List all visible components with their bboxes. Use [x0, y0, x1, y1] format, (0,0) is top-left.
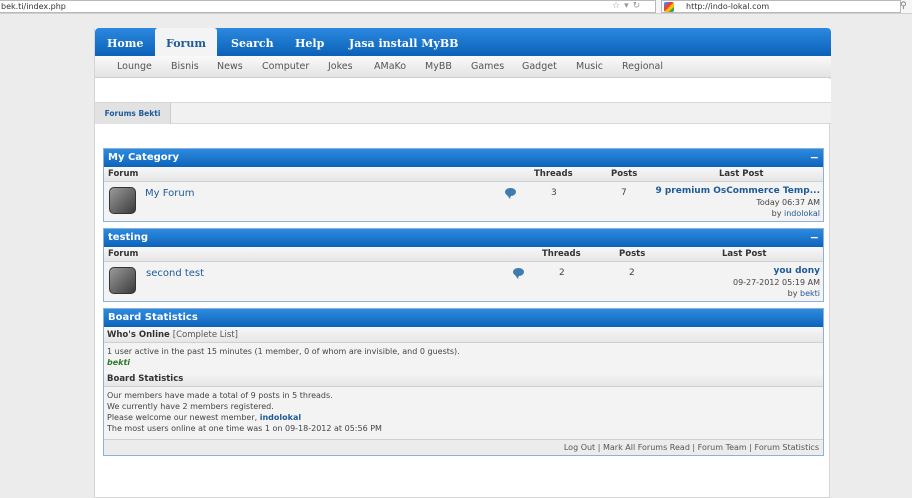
last-post-user[interactable]: bekti: [800, 289, 820, 298]
breadcrumb: Forums Bekti: [95, 102, 831, 124]
last-post: you dony 09-27-2012 05:19 AM by bekti: [733, 266, 820, 299]
post-count: 2: [629, 268, 635, 278]
category-title[interactable]: My Category: [108, 152, 179, 163]
col-forum: Forum: [108, 249, 139, 259]
spacer: [95, 79, 831, 102]
forum-statistics-link[interactable]: Forum Statistics: [755, 443, 819, 452]
stats-line-posts: Our members have made a total of 9 posts…: [107, 391, 333, 400]
stats-line-newest: Please welcome our newest member, indolo…: [107, 412, 820, 423]
footer-links: Log Out | Mark All Forums Read | Forum T…: [104, 439, 823, 455]
whos-online-title: Who's Online: [107, 330, 170, 340]
forum-link[interactable]: second test: [146, 268, 204, 279]
search-bar[interactable]: http://indo-lokal.com: [661, 0, 901, 13]
complete-list-link[interactable]: [Complete List]: [173, 330, 238, 340]
search-text: http://indo-lokal.com: [686, 2, 770, 11]
submenu-games[interactable]: Games: [471, 56, 504, 78]
col-forum: Forum: [108, 169, 139, 179]
browser-toolbar: bek.ti/index.php ☆ ▾ ↻ http://indo-lokal.c…: [0, 0, 912, 14]
address-bar[interactable]: bek.ti/index.php: [0, 0, 656, 13]
speech-bubble-icon: [513, 268, 524, 279]
post-count: 7: [621, 188, 627, 198]
col-last-post: Last Post: [722, 249, 767, 259]
col-posts: Posts: [611, 169, 638, 179]
magnifier-icon[interactable]: ⚲: [900, 0, 907, 12]
menu-home[interactable]: Home: [107, 28, 143, 56]
forum-row: second test 2 2 you dony 09-27-2012 05:1…: [104, 262, 823, 301]
last-post-by: by bekti: [733, 288, 820, 299]
mark-read-link[interactable]: Mark All Forums Read: [603, 443, 690, 452]
last-post-title[interactable]: 9 premium OsCommerce Temp...: [655, 186, 820, 197]
col-threads: Threads: [534, 169, 573, 179]
last-post-by: by indolokal: [655, 208, 820, 219]
page-container: Home Forum Search Help Jasa install MyBB…: [94, 28, 831, 498]
thread-count: 3: [551, 188, 557, 198]
main-menu: Home Forum Search Help Jasa install MyBB: [95, 28, 831, 57]
bookmark-star-icon[interactable]: ☆: [612, 1, 620, 11]
submenu-computer[interactable]: Computer: [262, 56, 309, 78]
forum-link[interactable]: My Forum: [145, 188, 194, 199]
col-threads: Threads: [542, 249, 581, 259]
forum-status-icon: [109, 267, 136, 294]
category-title[interactable]: testing: [108, 232, 148, 243]
sub-menu: Lounge Bisnis News Computer Jokes AMaKo …: [95, 56, 831, 78]
menu-search[interactable]: Search: [231, 28, 274, 56]
online-user-link[interactable]: bekti: [107, 357, 820, 368]
breadcrumb-forums-bekti[interactable]: Forums Bekti: [95, 103, 171, 124]
online-summary: 1 user active in the past 15 minutes (1 …: [107, 347, 460, 356]
by-label: by: [771, 209, 782, 218]
address-text: bek.ti/index.php: [1, 2, 66, 11]
last-post-title[interactable]: you dony: [733, 266, 821, 277]
submenu-mybb[interactable]: MyBB: [425, 56, 452, 78]
last-post-time: Today 06:37 AM: [756, 198, 820, 207]
stats-header[interactable]: Board Statistics: [104, 309, 823, 327]
reload-icon[interactable]: ↻: [633, 1, 641, 11]
stats-subheader: Board Statistics: [104, 371, 823, 387]
col-last-post: Last Post: [719, 169, 764, 179]
stats-line-members: We currently have 2 members registered.: [107, 402, 274, 411]
last-post-user[interactable]: indolokal: [784, 209, 820, 218]
submenu-regional[interactable]: Regional: [622, 56, 663, 78]
newest-member-link[interactable]: indolokal: [260, 413, 301, 422]
thread-count: 2: [559, 268, 565, 278]
menu-forum[interactable]: Forum: [155, 28, 217, 57]
submenu-music[interactable]: Music: [576, 56, 603, 78]
submenu-jokes[interactable]: Jokes: [328, 56, 353, 78]
newest-prefix: Please welcome our newest member,: [107, 413, 258, 422]
whos-online-body: 1 user active in the past 15 minutes (1 …: [104, 343, 823, 371]
speech-bubble-icon: [505, 188, 516, 199]
forum-row: My Forum 3 7 9 premium OsCommerce Temp..…: [104, 182, 823, 221]
last-post-time: 09-27-2012 05:19 AM: [732, 278, 820, 287]
col-posts: Posts: [619, 249, 646, 259]
column-headers: Forum Threads Posts Last Post: [104, 167, 823, 182]
submenu-news[interactable]: News: [217, 56, 243, 78]
forum-team-link[interactable]: Forum Team: [698, 443, 747, 452]
category-my-category: My Category − Forum Threads Posts Last P…: [103, 148, 824, 222]
submenu-gadget[interactable]: Gadget: [522, 56, 557, 78]
category-testing: testing − Forum Threads Posts Last Post …: [103, 228, 824, 302]
submenu-amako[interactable]: AMaKo: [374, 56, 406, 78]
forum-status-icon: [109, 187, 136, 214]
submenu-lounge[interactable]: Lounge: [117, 56, 152, 78]
collapse-icon[interactable]: −: [810, 229, 819, 247]
whos-online-header: Who's Online [Complete List]: [104, 327, 823, 343]
collapse-icon[interactable]: −: [810, 149, 819, 167]
board-statistics: Board Statistics Who's Online [Complete …: [103, 308, 824, 456]
nav-icons: ☆ ▾ ↻: [612, 0, 644, 13]
submenu-bisnis[interactable]: Bisnis: [171, 56, 199, 78]
dropdown-icon[interactable]: ▾: [624, 1, 629, 11]
menu-help[interactable]: Help: [295, 28, 324, 56]
stats-body: Our members have made a total of 9 posts…: [104, 387, 823, 439]
by-label: by: [787, 289, 798, 298]
logout-link[interactable]: Log Out: [564, 443, 595, 452]
category-header: My Category −: [104, 149, 823, 167]
last-post: 9 premium OsCommerce Temp... Today 06:37…: [655, 186, 820, 219]
category-header: testing −: [104, 229, 823, 247]
google-logo-icon: [664, 2, 674, 12]
column-headers: Forum Threads Posts Last Post: [104, 247, 823, 262]
menu-jasa-install[interactable]: Jasa install MyBB: [349, 28, 458, 56]
stats-line-record: The most users online at one time was 1 …: [107, 424, 382, 433]
